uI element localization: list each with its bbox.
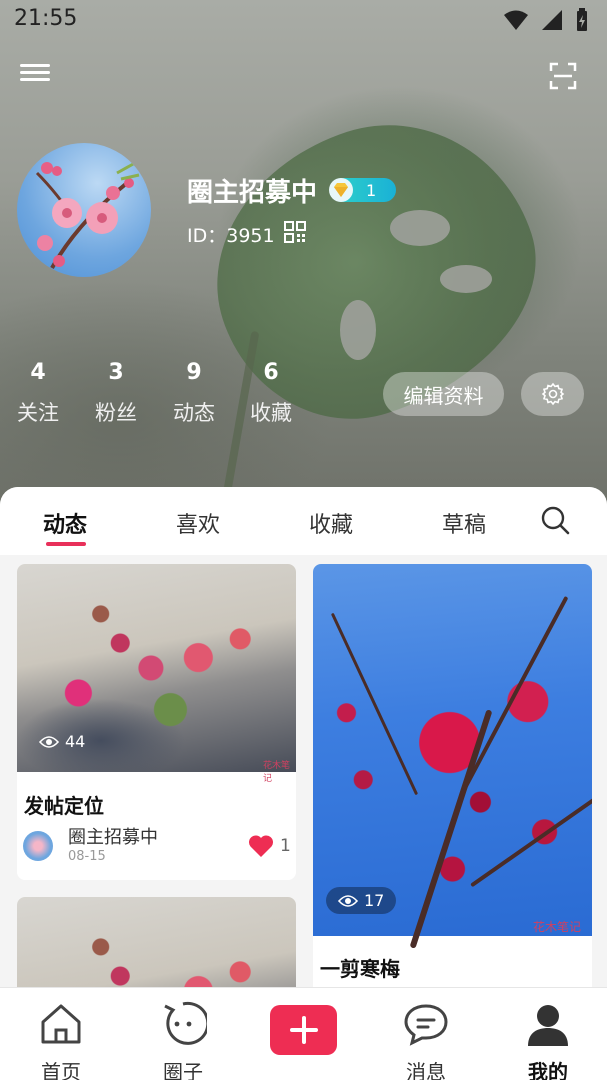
tab-drafts[interactable]: 草稿 [442, 507, 486, 539]
nav-circle-label: 圈子 [163, 1060, 203, 1080]
view-count: 44 [39, 732, 85, 751]
content-panel: 动态 喜欢 收藏 草稿 44 花木笔记 发帖定位 圈主招募中 08-15 1 1… [0, 487, 607, 987]
tab-likes[interactable]: 喜欢 [176, 507, 220, 539]
nav-me[interactable]: 我的 [503, 1000, 593, 1080]
like-count[interactable]: 1 [248, 834, 291, 858]
home-icon [41, 1004, 81, 1044]
gear-icon [541, 382, 564, 406]
stat-followers[interactable]: 3 粉丝 [76, 360, 156, 427]
profile-tabs: 动态 喜欢 收藏 草稿 [0, 487, 607, 555]
user-id: ID：3951 [187, 225, 275, 247]
post-image-plum-blossom [313, 564, 592, 936]
wifi-icon [504, 10, 528, 30]
stat-favorites[interactable]: 6 收藏 [231, 360, 311, 427]
post-image-zinnia [17, 897, 296, 987]
eye-icon [39, 735, 59, 748]
qr-code-icon[interactable] [284, 221, 306, 243]
scan-icon[interactable] [549, 62, 577, 90]
leaf-hole [390, 210, 450, 246]
create-post-button[interactable] [270, 1005, 337, 1055]
image-watermark: 花木笔记 [533, 920, 582, 934]
post-card[interactable]: 17 花木笔记 一剪寒梅 [313, 564, 592, 987]
stat-value: 6 [263, 360, 279, 385]
stat-value: 3 [108, 360, 124, 385]
profile-header: 21:55 圈主招募中 1 ID：3951 4 关注 3 粉丝 9 动态 6 收… [0, 0, 607, 510]
status-bar: 21:55 [0, 0, 607, 40]
plus-icon [289, 1016, 318, 1044]
battery-icon [577, 8, 587, 31]
chat-bubble-icon [404, 1004, 448, 1046]
post-card[interactable] [17, 897, 296, 987]
stat-label: 动态 [173, 401, 215, 425]
nav-home[interactable]: 首页 [16, 1000, 106, 1080]
post-title: 一剪寒梅 [320, 957, 400, 981]
edit-profile-button[interactable]: 编辑资料 [383, 372, 504, 416]
search-icon[interactable] [540, 505, 570, 535]
stat-label: 关注 [17, 401, 59, 425]
post-title: 发帖定位 [24, 794, 104, 818]
image-watermark: 花木笔记 [263, 761, 291, 784]
bottom-navigation: 首页 圈子 消息 我的 [0, 987, 607, 1080]
diamond-icon [329, 178, 353, 202]
post-date: 08-15 [68, 849, 106, 864]
profile-name: 圈主招募中 [187, 178, 318, 208]
stat-value: 4 [30, 360, 46, 385]
stat-value: 9 [186, 360, 202, 385]
blossom-avatar-image [35, 161, 140, 269]
tab-favorites[interactable]: 收藏 [309, 507, 353, 539]
stat-following[interactable]: 4 关注 [0, 360, 78, 427]
stat-label: 粉丝 [95, 401, 137, 425]
heart-icon [248, 835, 274, 857]
nav-circle[interactable]: 圈子 [138, 1000, 228, 1080]
nav-messages-label: 消息 [406, 1060, 446, 1080]
eye-icon [338, 894, 358, 907]
nav-me-label: 我的 [528, 1060, 568, 1080]
circle-face-icon [164, 1001, 210, 1045]
view-count-value: 17 [364, 891, 385, 910]
view-count-value: 44 [65, 732, 86, 751]
post-card[interactable]: 44 花木笔记 发帖定位 圈主招募中 08-15 1 [17, 564, 296, 880]
signal-icon [542, 10, 562, 30]
nav-messages[interactable]: 消息 [381, 1000, 471, 1080]
like-count-value: 1 [280, 836, 291, 856]
avatar[interactable] [17, 143, 151, 277]
leaf-hole [440, 265, 492, 293]
author-name: 圈主招募中 [68, 827, 158, 848]
status-time: 21:55 [14, 6, 78, 31]
stat-posts[interactable]: 9 动态 [154, 360, 234, 427]
leaf-hole [340, 300, 376, 360]
menu-button[interactable] [20, 60, 50, 90]
stat-label: 收藏 [250, 401, 292, 425]
level-badge: 1 [329, 178, 396, 202]
active-tab-indicator [46, 542, 86, 546]
author-avatar[interactable] [23, 831, 53, 861]
settings-button[interactable] [521, 372, 584, 416]
view-count: 17 [326, 887, 397, 914]
level-number: 1 [366, 180, 377, 200]
user-icon [528, 1005, 568, 1046]
tab-posts[interactable]: 动态 [43, 507, 87, 539]
nav-home-label: 首页 [41, 1060, 81, 1080]
